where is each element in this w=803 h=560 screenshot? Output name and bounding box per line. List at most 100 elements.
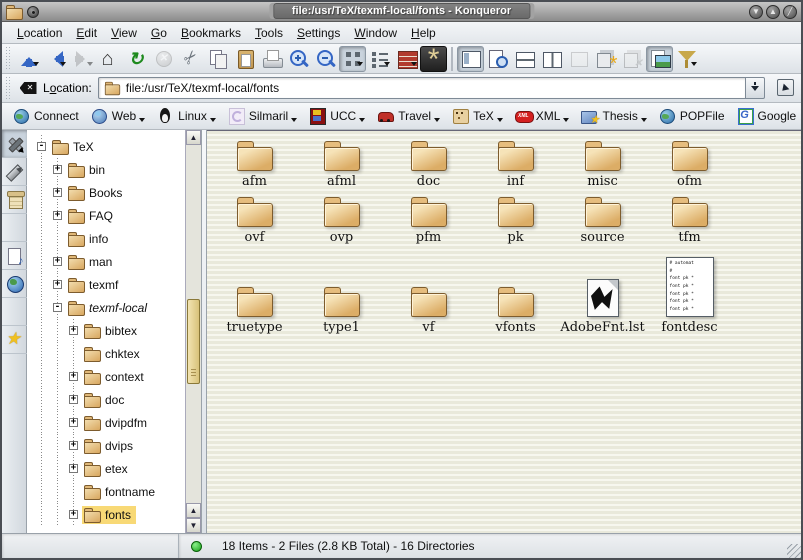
file-item-pk[interactable]: pk <box>472 191 559 247</box>
file-item-pfm[interactable]: pfm <box>385 191 472 247</box>
maximize-button[interactable]: ▲ <box>766 5 780 19</box>
toolbar-button-reload[interactable] <box>123 46 150 72</box>
clear-location-button[interactable]: ✕ <box>15 76 41 100</box>
tree-expander[interactable]: + <box>69 464 78 473</box>
go-button[interactable] <box>773 76 797 100</box>
file-item-ovp[interactable]: ovp <box>298 191 385 247</box>
tree-expander[interactable]: + <box>53 211 62 220</box>
toolbar-button-print[interactable] <box>258 46 285 72</box>
sticky-pin-button[interactable] <box>27 6 39 18</box>
sidebar-button-history[interactable] <box>2 186 27 214</box>
toolbar-drag-handle[interactable] <box>4 47 12 70</box>
file-item-type1[interactable]: type1 <box>298 247 385 337</box>
menu-settings[interactable]: Settings <box>290 24 347 42</box>
toolbar-button-zoom-out[interactable] <box>312 46 339 72</box>
sidebar-button-home-directory[interactable] <box>2 214 27 242</box>
bookmark-popfile[interactable]: POPFile <box>653 103 731 129</box>
location-history-dropdown-button[interactable] <box>746 77 765 99</box>
bookmark-linux[interactable]: Linux <box>151 103 222 129</box>
toolbar-button-up[interactable] <box>15 46 42 72</box>
sidebar-button-bookmarks[interactable] <box>2 326 27 354</box>
toolbar-button-paste[interactable] <box>231 46 258 72</box>
bookmark-xml[interactable]: XML <box>509 103 576 129</box>
tree-item-books[interactable]: + Books <box>27 181 185 204</box>
bookmark-thesis[interactable]: Thesis <box>575 103 652 129</box>
tree-expander[interactable]: + <box>69 441 78 450</box>
menu-go[interactable]: Go <box>144 24 174 42</box>
tree-item-info[interactable]: info <box>27 227 185 250</box>
toolbar-button-multicolumn-view[interactable] <box>366 46 393 72</box>
toolbar-button-stop[interactable] <box>150 46 177 72</box>
file-item-afm[interactable]: afm <box>211 135 298 191</box>
scroll-down-button[interactable]: ▼ <box>186 518 201 533</box>
tree-expander[interactable]: + <box>53 188 62 197</box>
sidebar-button-root-directory[interactable] <box>2 298 27 326</box>
minimize-button[interactable]: ▼ <box>749 5 763 19</box>
file-item-ofm[interactable]: ofm <box>646 135 733 191</box>
menu-window[interactable]: Window <box>347 24 404 42</box>
tree-expander[interactable]: + <box>69 395 78 404</box>
file-item-source[interactable]: source <box>559 191 646 247</box>
tree-expander[interactable]: + <box>53 165 62 174</box>
bookmark-travel[interactable]: Travel <box>371 103 446 129</box>
tree-expander[interactable]: + <box>69 418 78 427</box>
scroll-up-button[interactable]: ▲ <box>186 130 201 145</box>
toolbar-button-filter[interactable] <box>673 46 700 72</box>
menu-help[interactable]: Help <box>404 24 443 42</box>
tree-item-bibtex[interactable]: + bibtex <box>27 319 185 342</box>
file-item-tfm[interactable]: tfm <box>646 191 733 247</box>
menu-bookmarks[interactable]: Bookmarks <box>174 24 248 42</box>
close-button[interactable]: ╱ <box>783 5 797 19</box>
menu-location[interactable]: Location <box>10 24 69 42</box>
toolbar-button-new-tab[interactable] <box>592 46 619 72</box>
toolbar-button-home[interactable] <box>96 46 123 72</box>
tree-expander[interactable]: + <box>69 326 78 335</box>
toolbar-button-forward[interactable] <box>69 46 96 72</box>
file-item-doc[interactable]: doc <box>385 135 472 191</box>
titlebar[interactable]: file:/usr/TeX/texmf-local/fonts - Konque… <box>2 2 801 22</box>
toolbar-button-icon-view[interactable] <box>339 46 366 72</box>
scrollbar-thumb[interactable] <box>187 299 200 384</box>
file-item-ovf[interactable]: ovf <box>211 191 298 247</box>
sidebar-button-network[interactable] <box>2 270 27 298</box>
tree-expander[interactable]: - <box>53 303 62 312</box>
tree-item-context[interactable]: + context <box>27 365 185 388</box>
tree-item-dvips[interactable]: + dvips <box>27 434 185 457</box>
menu-edit[interactable]: Edit <box>69 24 104 42</box>
menu-tools[interactable]: Tools <box>248 24 290 42</box>
tree-item-tex[interactable]: - TeX <box>27 135 185 158</box>
tree-expander[interactable]: + <box>53 280 62 289</box>
toolbar-button-split-top-bottom[interactable] <box>511 46 538 72</box>
toolbar-button-find-file[interactable] <box>484 46 511 72</box>
tree-item-fontname[interactable]: fontname <box>27 480 185 503</box>
toolbar-button-preview[interactable] <box>646 46 673 72</box>
bookmark-ucc[interactable]: UCC <box>303 103 371 129</box>
tree-item-texmf[interactable]: + texmf <box>27 273 185 296</box>
tree-item-chktex[interactable]: chktex <box>27 342 185 365</box>
tree-expander[interactable]: + <box>53 257 62 266</box>
file-item-truetype[interactable]: truetype <box>211 247 298 337</box>
file-item-misc[interactable]: misc <box>559 135 646 191</box>
file-item-afml[interactable]: afml <box>298 135 385 191</box>
bookmark-tex[interactable]: TeX <box>446 103 509 129</box>
tree-item-doc[interactable]: + doc <box>27 388 185 411</box>
bookmark-connect[interactable]: Connect <box>7 103 85 129</box>
tree-item-bin[interactable]: + bin <box>27 158 185 181</box>
menu-view[interactable]: View <box>104 24 144 42</box>
bookmark-silmaril[interactable]: Silmaril <box>222 103 303 129</box>
file-item-adobefnt-lst[interactable]: AdobeFnt.lst <box>559 247 646 337</box>
sidebar-button-configure[interactable] <box>2 130 27 158</box>
tree-item-fonts[interactable]: + fonts <box>27 503 185 526</box>
resize-grip[interactable] <box>787 544 801 558</box>
locationbar-drag-handle[interactable] <box>4 77 12 99</box>
toolbar-button-copy[interactable] <box>204 46 231 72</box>
file-item-vf[interactable]: vf <box>385 247 472 337</box>
toolbar-button-back[interactable] <box>42 46 69 72</box>
toolbar-button-size-view[interactable] <box>393 46 420 72</box>
toolbar-button-close-tab[interactable] <box>619 46 646 72</box>
bookmark-web[interactable]: Web <box>85 103 151 129</box>
toolbar-button-zoom-in[interactable] <box>285 46 312 72</box>
location-input[interactable]: file:/usr/TeX/texmf-local/fonts <box>98 77 746 99</box>
toolbar-button-gear-view[interactable] <box>420 46 447 72</box>
toolbar-button-split-left-right[interactable] <box>538 46 565 72</box>
